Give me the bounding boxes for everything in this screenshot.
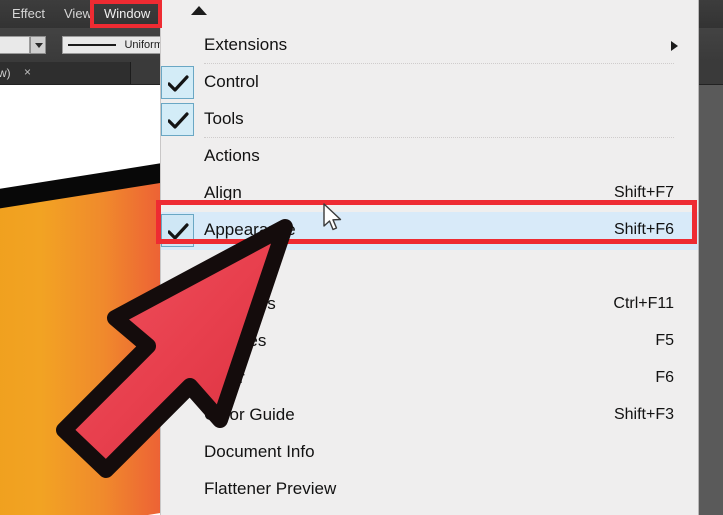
menu-item-artboards[interactable]: Artboards	[161, 249, 698, 287]
menu-item-gradient[interactable]: GradientCtrl+F9	[161, 508, 698, 515]
window-dropdown-menu[interactable]: Extensions Control Tools Actions Align Shift+…	[160, 0, 699, 515]
menubar-item-effect[interactable]: Effect	[6, 4, 51, 23]
checkmark-icon	[161, 103, 194, 136]
window-menu-highlight	[90, 0, 162, 28]
artwork-front-face	[0, 181, 172, 515]
menu-item-label: Appearance	[204, 220, 296, 239]
menu-item-label: Document Info	[204, 442, 315, 461]
document-tab[interactable]	[0, 62, 131, 84]
menu-item-label: Control	[204, 72, 259, 91]
menu-item-label: Align	[204, 183, 242, 202]
menu-item-label: Artboards	[204, 257, 278, 276]
control-bar-left-dropdown-icon[interactable]	[30, 36, 46, 54]
menu-item-align[interactable]: Align Shift+F7	[161, 175, 698, 213]
stroke-profile-line-icon	[68, 44, 116, 46]
checkmark-icon	[161, 214, 194, 247]
close-icon[interactable]: ×	[24, 65, 31, 79]
menu-item-label: Brushes	[204, 331, 267, 350]
menu-item-flattener-preview[interactable]: Flattener Preview	[161, 471, 698, 509]
menu-item-label: Color	[204, 368, 245, 387]
menu-item-shortcut: Ctrl+F11	[613, 295, 674, 312]
menu-item-shortcut: Shift+F6	[613, 221, 674, 238]
menu-item-label: Color Guide	[204, 405, 295, 424]
menu-item-label: Extensions	[204, 35, 288, 54]
menu-item-color-guide[interactable]: Color Guide Shift+F3	[161, 397, 698, 435]
document-canvas[interactable]	[0, 84, 172, 515]
menu-item-document-info[interactable]: Document Info	[161, 434, 698, 472]
mouse-cursor	[323, 203, 345, 233]
menu-item-label: Actions	[204, 146, 260, 165]
menu-item-appearance[interactable]: Appearance Shift+F6	[161, 212, 698, 250]
menu-item-shortcut: F5	[655, 332, 674, 349]
menu-item-actions[interactable]: Actions	[161, 138, 698, 176]
menu-item-label: Flattener Preview	[204, 479, 337, 498]
menu-item-brushes[interactable]: Brushes F5	[161, 323, 698, 361]
checkmark-icon	[161, 66, 194, 99]
chevron-right-icon	[671, 41, 678, 51]
menu-item-color[interactable]: Color F6	[161, 360, 698, 398]
control-bar-left-field[interactable]: t	[0, 36, 30, 54]
menu-item-attributes[interactable]: Attributes Ctrl+F11	[161, 286, 698, 324]
dock-row-3	[697, 70, 723, 515]
menu-item-label: Attributes	[204, 294, 276, 313]
menu-item-shortcut: F6	[655, 369, 674, 386]
menu-item-shortcut: Shift+F7	[613, 184, 674, 201]
menu-item-shortcut: Shift+F3	[613, 406, 674, 423]
document-tab-label: w)	[0, 66, 11, 80]
menu-item-control[interactable]: Control	[161, 64, 698, 102]
menu-item-tools[interactable]: Tools	[161, 101, 698, 139]
screenshot-root: ı t Uniform w) × Effect View Window Exte…	[0, 0, 723, 515]
menu-item-label: Tools	[204, 109, 244, 128]
triangle-up-icon[interactable]	[191, 6, 207, 15]
menu-item-extensions[interactable]: Extensions	[161, 27, 698, 65]
